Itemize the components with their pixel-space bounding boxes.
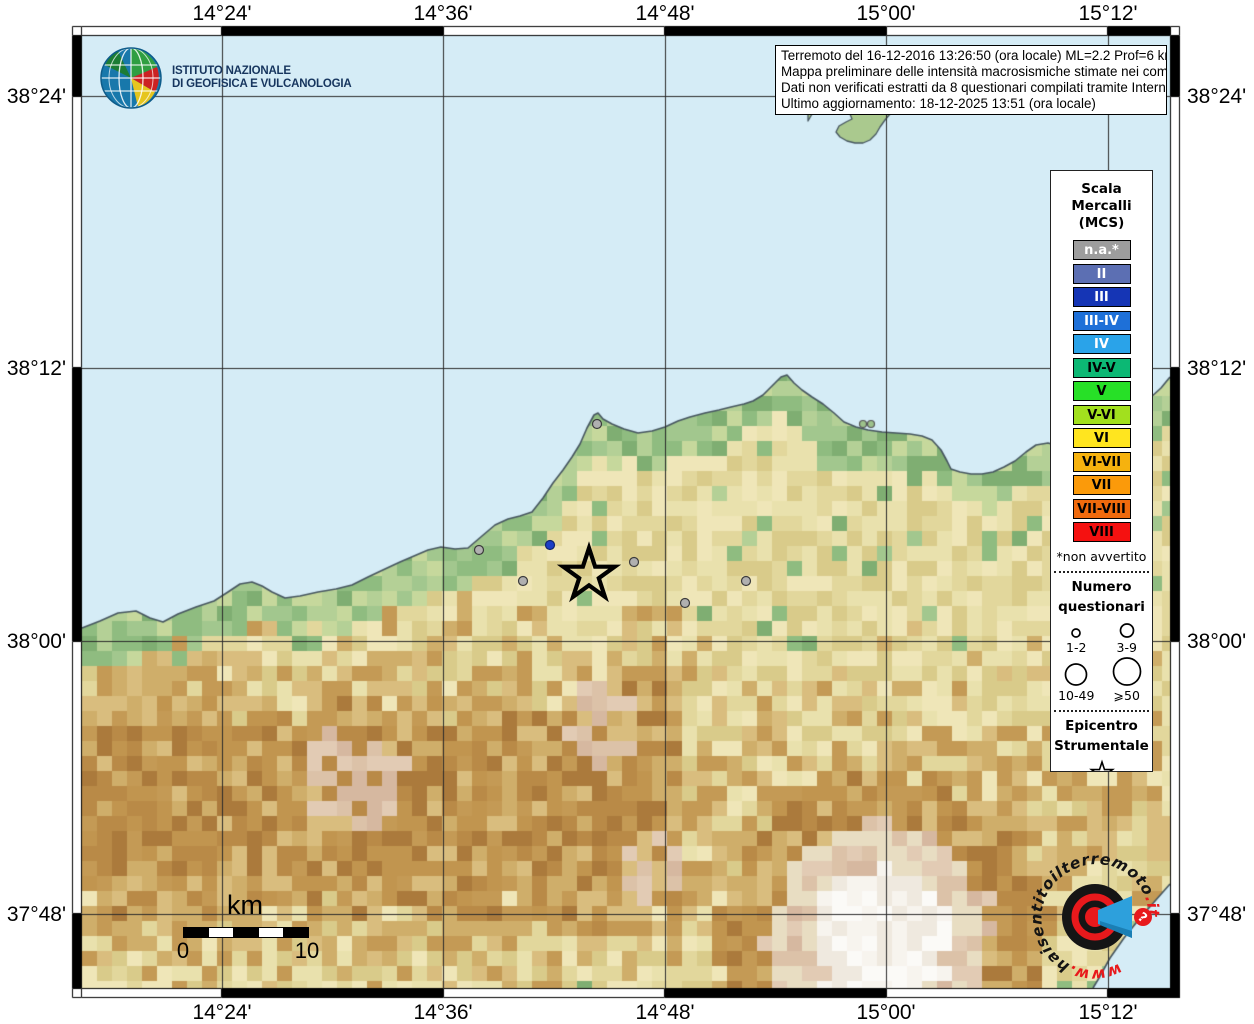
legend-title-line: (MCS): [1051, 215, 1152, 232]
lat-label: 38°12': [0, 357, 66, 381]
legend-title-line: Mercalli: [1051, 198, 1152, 215]
ingv-globe-icon: [100, 47, 162, 109]
legend-class-swatch: II: [1073, 264, 1131, 284]
scale-bar: km 0 10: [160, 890, 330, 970]
scale-bar-end: 10: [295, 938, 319, 964]
lat-label: 37°48': [0, 903, 66, 927]
questionnaire-circle-icon: [1059, 661, 1093, 688]
legend-panel: ScalaMercalli(MCS) n.a.*IIIIIIII-IVIVIV-…: [1050, 170, 1153, 772]
scale-bar-rule: [183, 927, 309, 938]
legend-class-swatch: VI: [1073, 428, 1131, 448]
ingv-line2: DI GEOFISICA E VULCANOLOGIA: [172, 78, 351, 92]
legend-footnote: *non avvertito: [1051, 549, 1152, 564]
legend-class-swatch: IV-V: [1073, 358, 1131, 378]
lon-label: 14°24': [192, 2, 251, 26]
legend-class-swatch: VI-VII: [1073, 452, 1131, 472]
questionnaire-size-item: 1-2: [1051, 621, 1102, 655]
macroseismic-map-page: 14°24' 14°24' 14°36' 14°36' 14°48' 14°48' 15°0…: [0, 0, 1254, 1024]
scale-bar-unit: km: [160, 890, 330, 921]
event-info-line: Dati non verificati estratti da 8 questi…: [781, 80, 1161, 96]
event-info-line: Terremoto del 16-12-2016 13:26:50 (ora l…: [781, 48, 1161, 64]
scale-bar-start: 0: [177, 938, 189, 964]
epicenter-title-line: Strumentale: [1051, 736, 1152, 756]
lat-label: 37°48': [1187, 903, 1246, 927]
lon-label: 15°12': [1078, 2, 1137, 26]
questionnaire-size-key: 1-2 3-9 10-49 ⩾50: [1051, 621, 1152, 703]
lat-label: 38°00': [0, 630, 66, 654]
scale-bar-segment: [234, 928, 259, 937]
epicenter-title-line: Epicentro: [1051, 716, 1152, 736]
questionnaire-circle-icon: [1059, 626, 1093, 640]
lon-label: 14°36': [413, 1001, 472, 1024]
lon-label: 14°24': [192, 1001, 251, 1024]
scale-bar-segment: [259, 928, 284, 937]
lon-label: 15°00': [856, 2, 915, 26]
epicenter-legend-title: EpicentroStrumentale: [1051, 716, 1152, 756]
lat-label: 38°12': [1187, 357, 1246, 381]
lat-label: 38°24': [0, 85, 66, 109]
legend-class-swatch: III: [1073, 287, 1131, 307]
lon-label: 14°48': [635, 2, 694, 26]
legend-class-swatch: VII: [1073, 475, 1131, 495]
lon-label: 14°36': [413, 2, 472, 26]
questionnaire-size-item: 10-49: [1051, 655, 1102, 703]
lat-label: 38°00': [1187, 630, 1246, 654]
legend-title-line: Scala: [1051, 181, 1152, 198]
questionnaire-circle-icon: [1110, 655, 1144, 688]
legend-star-icon: [1087, 758, 1117, 772]
questionnaire-size-item: 3-9: [1102, 621, 1153, 655]
lon-label: 15°00': [856, 1001, 915, 1024]
ingv-wordmark: ISTITUTO NAZIONALE DI GEOFISICA E VULCAN…: [172, 65, 351, 92]
questionnaire-size-label: 3-9: [1117, 640, 1137, 655]
lon-label: 14°48': [635, 1001, 694, 1024]
legend-star-icon: [1051, 758, 1152, 772]
ingv-line1: ISTITUTO NAZIONALE: [172, 65, 351, 79]
event-info-line: Ultimo aggiornamento: 18-12-2025 13:51 (…: [781, 96, 1161, 112]
questionnaire-title-line: Numero: [1051, 577, 1152, 597]
questionnaire-size-item: ⩾50: [1102, 655, 1153, 703]
questionnaire-size-label: 10-49: [1058, 688, 1094, 703]
scale-bar-segment: [284, 928, 308, 937]
event-info-box: Terremoto del 16-12-2016 13:26:50 (ora l…: [775, 45, 1167, 115]
questionnaire-circle-icon: [1110, 621, 1144, 640]
legend-divider: [1054, 710, 1149, 712]
legend-divider: [1054, 571, 1149, 573]
legend-class-swatch: V: [1073, 381, 1131, 401]
legend-class-swatch: n.a.*: [1073, 240, 1131, 260]
lat-label: 38°24': [1187, 85, 1246, 109]
questionnaire-size-label: ⩾50: [1114, 688, 1140, 703]
questionnaire-title-line: questionari: [1051, 597, 1152, 617]
questionnaire-size-label: 1-2: [1066, 640, 1086, 655]
mcs-scale-swatches: n.a.*IIIIIIII-IVIVIV-VVV-VIVIVI-VIIVIIVI…: [1051, 240, 1152, 542]
legend-class-swatch: IV: [1073, 334, 1131, 354]
questionnaire-count-title: Numeroquestionari: [1051, 577, 1152, 617]
legend-class-swatch: III-IV: [1073, 311, 1131, 331]
legend-class-swatch: VII-VIII: [1073, 499, 1131, 519]
event-info-line: Mappa preliminare delle intensità macros…: [781, 64, 1161, 80]
lon-label: 15°12': [1078, 1001, 1137, 1024]
ingv-logo: ISTITUTO NAZIONALE DI GEOFISICA E VULCAN…: [100, 47, 351, 109]
legend-class-swatch: VIII: [1073, 522, 1131, 542]
legend-class-swatch: V-VI: [1073, 405, 1131, 425]
scale-bar-segment: [184, 928, 209, 937]
legend-title: ScalaMercalli(MCS): [1051, 181, 1152, 232]
scale-bar-segment: [209, 928, 234, 937]
